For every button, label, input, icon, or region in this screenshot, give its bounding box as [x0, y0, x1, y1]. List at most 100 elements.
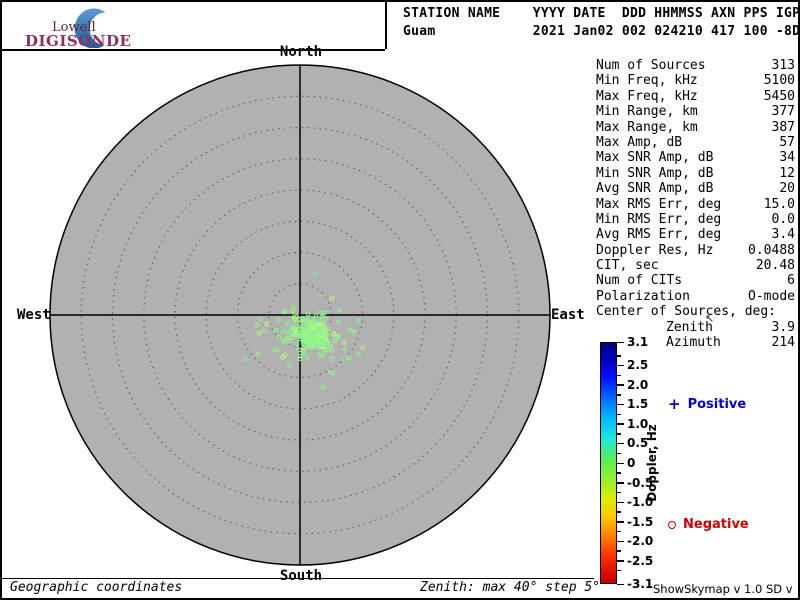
doppler-colorbar	[600, 342, 617, 584]
mouse-cursor: ↖	[705, 312, 714, 325]
colorbar-minor-tick	[617, 492, 621, 494]
stat-row: Azimuth214	[596, 335, 795, 350]
stat-row: Doppler Res, Hz0.0488	[596, 243, 795, 258]
colorbar-minor-tick	[617, 511, 621, 513]
colorbar-minor-tick	[617, 394, 621, 396]
compass-label-south: South	[278, 568, 324, 584]
colorbar-major-tick	[617, 584, 624, 586]
stat-value: 12	[779, 166, 795, 181]
compass-label-west: West	[17, 307, 51, 323]
stat-row: Center of Sources, deg:	[596, 304, 795, 319]
colorbar-major-tick	[617, 365, 624, 367]
header-values: Guam 2021 Jan02 002 024210 417 100 -8D	[403, 24, 800, 39]
stat-row: Avg SNR Amp, dB 20	[596, 181, 795, 196]
stat-row: Max SNR Amp, dB 34	[596, 150, 795, 165]
legend-positive-label: Positive	[688, 397, 747, 412]
stat-value: 0.0488	[748, 243, 795, 258]
colorbar-major-tick	[617, 404, 624, 406]
colorbar-minor-tick	[617, 433, 621, 435]
plus-marker-icon: +	[668, 398, 681, 411]
colorbar-axis-title: Doppler, Hz	[645, 424, 659, 502]
stat-label: Min RMS Err, deg	[596, 212, 721, 227]
legend-negative-label: Negative	[683, 517, 749, 532]
stat-label: Max Freq, kHz	[596, 89, 698, 104]
colorbar-major-tick	[617, 384, 624, 386]
stat-value: 3.9	[772, 320, 795, 335]
logo-digisonde-text: DIGISONDE	[25, 32, 131, 50]
stat-label: Min Freq, kHz	[596, 73, 698, 88]
colorbar-tick-label: 3.1	[627, 336, 648, 348]
colorbar-minor-tick	[617, 570, 621, 572]
stat-value: 20	[779, 181, 795, 196]
stat-label: Avg SNR Amp, dB	[596, 181, 713, 196]
colorbar-minor-tick	[617, 375, 621, 377]
stat-value: 377	[772, 104, 795, 119]
stat-row: Num of CITs 6	[596, 273, 795, 288]
stat-row: Min Freq, kHz 5100	[596, 73, 795, 88]
stat-row: Zenith 3.9	[596, 320, 795, 335]
stat-label: Polarization	[596, 289, 690, 304]
stat-value: 5100	[764, 73, 795, 88]
colorbar-tick-label: 2.5	[627, 359, 648, 371]
stat-row: Avg RMS Err, deg 3.4	[596, 227, 795, 242]
stat-label: Min SNR Amp, dB	[596, 166, 713, 181]
stat-row: Max Range, km387	[596, 120, 795, 135]
map-panel-bottom-border	[2, 578, 594, 579]
colorbar-minor-tick	[617, 550, 621, 552]
stat-row: Max Amp, dB 57	[596, 135, 795, 150]
stat-label: Min Range, km	[596, 104, 698, 119]
station-header: STATION NAME YYYY DATE DDD HHMMSS AXN PP…	[403, 5, 800, 41]
measurement-stats-panel: Num of Sources313Min Freq, kHz5100Max Fr…	[596, 58, 795, 350]
stat-value: 313	[772, 58, 795, 73]
stat-value: 34	[779, 150, 795, 165]
colorbar-tick-label: 0	[627, 457, 635, 469]
colorbar-tick-label: -3.1	[627, 578, 653, 590]
version-credit: ShowSkymap v 1.0 SD v 5.1	[653, 582, 798, 600]
zenith-scale-caption: Zenith: max 40° step 5°	[420, 580, 600, 595]
stat-value: 214	[772, 335, 795, 350]
legend-positive: + Positive	[668, 397, 746, 412]
stat-value: 5450	[764, 89, 795, 104]
colorbar-major-tick	[617, 443, 624, 445]
stat-row: Max Freq, kHz 5450	[596, 89, 795, 104]
colorbar-major-tick	[617, 482, 624, 484]
colorbar-major-tick	[617, 502, 624, 504]
legend-negative: Negative	[668, 517, 749, 532]
stat-label: Max Amp, dB	[596, 135, 682, 150]
stat-label: Center of Sources, deg:	[596, 304, 776, 319]
colorbar-minor-tick	[617, 355, 621, 357]
colorbar-tick-label: -2.0	[627, 535, 653, 547]
colorbar-tick-label: 2.0	[627, 379, 648, 391]
stat-value: 20.48	[756, 258, 795, 273]
colorbar-tick-label: -1.5	[627, 516, 653, 528]
stat-label: CIT, sec	[596, 258, 659, 273]
stat-value: 15.0	[764, 197, 795, 212]
stat-value: O-mode	[748, 289, 795, 304]
header-columns: STATION NAME YYYY DATE DDD HHMMSS AXN PP…	[403, 6, 800, 21]
colorbar-major-tick	[617, 423, 624, 425]
stat-row: Max RMS Err, deg15.0	[596, 197, 795, 212]
stat-row: Num of Sources313	[596, 58, 795, 73]
stat-row: Min Range, km 377	[596, 104, 795, 119]
colorbar-tick-label: 1.5	[627, 398, 648, 410]
stat-label: Zenith	[596, 320, 713, 335]
colorbar-major-tick	[617, 463, 624, 465]
circle-marker-icon	[668, 521, 676, 529]
colorbar-minor-tick	[617, 414, 621, 416]
stat-value: 57	[779, 135, 795, 150]
stat-value: 6	[787, 273, 795, 288]
stat-row: Min RMS Err, deg 0.0	[596, 212, 795, 227]
compass-label-north: North	[278, 44, 324, 60]
stat-value: 3.4	[772, 227, 795, 242]
stat-row: Min SNR Amp, dB 12	[596, 166, 795, 181]
stat-value: 0.0	[772, 212, 795, 227]
stat-label: Max SNR Amp, dB	[596, 150, 713, 165]
coordinates-caption: Geographic coordinates	[10, 580, 182, 595]
stat-label: Num of CITs	[596, 273, 682, 288]
stat-row: Polarization O-mode	[596, 289, 795, 304]
stat-row: CIT, sec 20.48	[596, 258, 795, 273]
colorbar-major-tick	[617, 560, 624, 562]
stat-label: Max Range, km	[596, 120, 698, 135]
colorbar-major-tick	[617, 541, 624, 543]
stat-label: Avg RMS Err, deg	[596, 227, 721, 242]
